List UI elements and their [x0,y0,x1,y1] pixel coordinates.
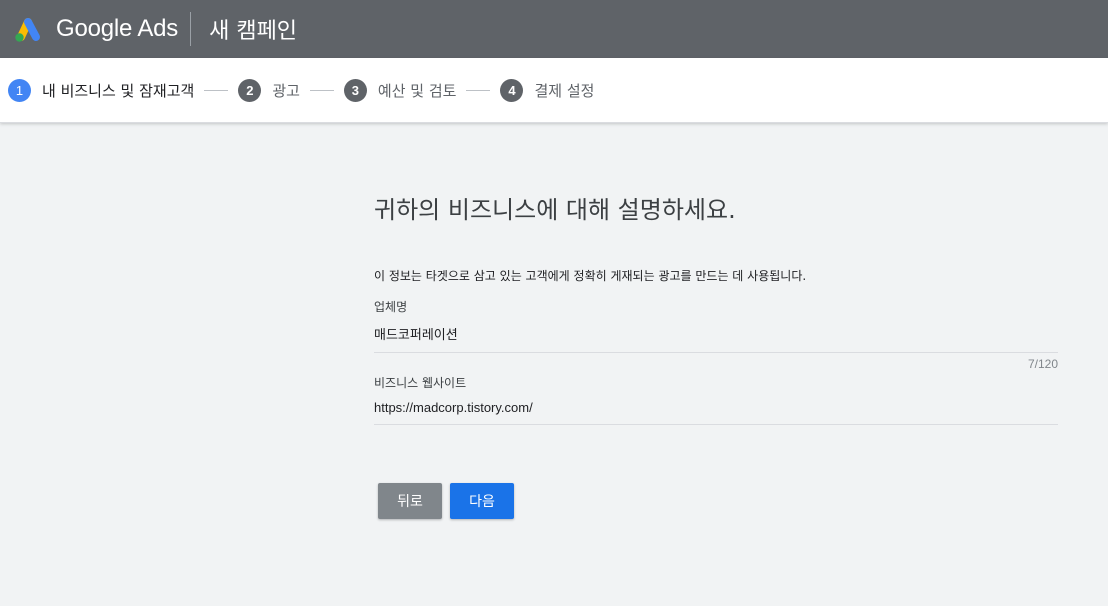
website-input[interactable]: https://madcorp.tistory.com/ [374,400,1058,425]
step-label: 결제 설정 [534,81,595,100]
back-button[interactable]: 뒤로 [378,483,442,519]
step-billing-setup[interactable]: 4 결제 설정 [500,78,595,102]
business-name-char-counter: 7/120 [1027,357,1058,371]
step-label: 내 비즈니스 및 잠재고객 [42,81,195,100]
step-connector [466,89,491,91]
website-field: 비즈니스 웹사이트 https://madcorp.tistory.com/ [374,374,1058,425]
next-button[interactable]: 다음 [450,483,514,519]
brand-logo[interactable]: Google Ads [12,14,178,44]
step-budget-review[interactable]: 3 예산 및 검토 [343,78,457,102]
page-title: 새 캠페인 [209,19,298,44]
top-app-bar: Google Ads 새 캠페인 [0,0,1108,58]
step-connector [204,89,229,91]
step-number-3: 3 [343,78,367,102]
business-name-field: 업체명 매드코퍼레이션 7/120 [374,298,1058,371]
business-form: 귀하의 비즈니스에 대해 설명하세요. 이 정보는 타겟으로 삼고 있는 고객에… [374,190,1058,425]
website-label: 비즈니스 웹사이트 [374,376,467,390]
step-label: 광고 [272,81,300,100]
form-heading: 귀하의 비즈니스에 대해 설명하세요. [374,196,736,224]
business-name-label: 업체명 [374,300,408,314]
campaign-stepper: 1 내 비즈니스 및 잠재고객 2 광고 3 예산 및 검토 4 결제 설정 [0,58,1108,123]
step-ads[interactable]: 2 광고 [238,78,300,102]
step-number-1: 1 [8,78,31,102]
step-number-4: 4 [500,78,524,102]
brand-name: Google Ads [56,15,179,42]
form-description: 이 정보는 타겟으로 삼고 있는 고객에게 정확히 게재되는 광고를 만드는 데… [374,269,807,283]
step-connector [309,89,334,91]
google-ads-logo-icon [15,18,40,42]
step-label: 예산 및 검토 [377,81,457,100]
step-number-2: 2 [238,78,262,102]
business-name-input[interactable]: 매드코퍼레이션 [374,324,1058,353]
step-business-audience[interactable]: 1 내 비즈니스 및 잠재고객 [8,78,195,102]
header-divider [190,12,192,46]
